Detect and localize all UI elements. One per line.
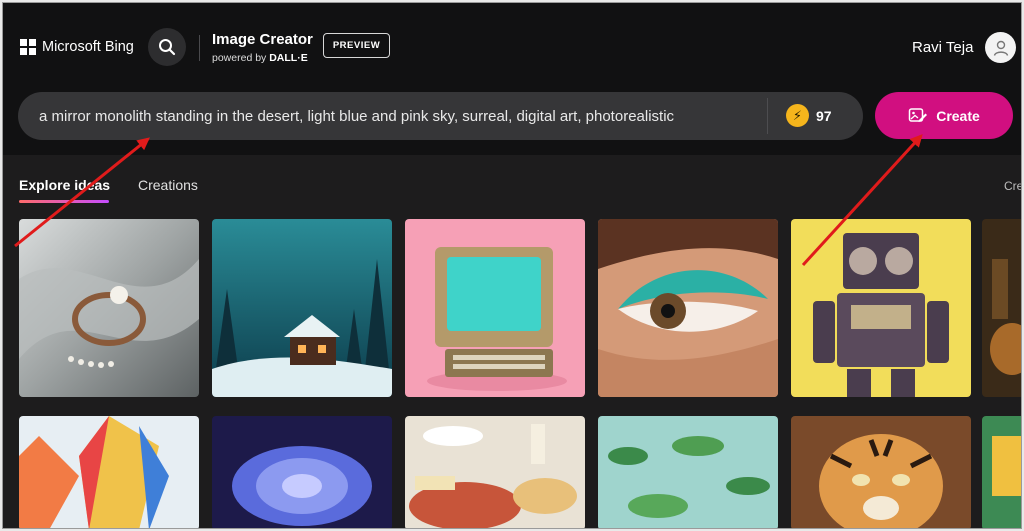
- image-tile-snowy-cabin[interactable]: [212, 219, 392, 397]
- create-label: Create: [936, 107, 980, 124]
- prompt-row: ⚡ 97 Create: [3, 91, 1021, 155]
- user-icon: [993, 40, 1008, 56]
- windows-logo-icon: [20, 39, 36, 55]
- image-tile-ring[interactable]: [19, 219, 199, 397]
- user-name[interactable]: Ravi Teja: [912, 39, 973, 56]
- image-tile-robot[interactable]: [791, 219, 971, 397]
- image-tile-retro-computer[interactable]: [405, 219, 585, 397]
- microsoft-bing-logo[interactable]: Microsoft Bing: [20, 39, 134, 55]
- app-title[interactable]: Image Creator: [212, 31, 313, 48]
- search-icon: [159, 39, 176, 56]
- bolt-icon: ⚡: [786, 104, 809, 127]
- brand-label: Microsoft Bing: [42, 39, 134, 55]
- image-tile-lily-pads[interactable]: [598, 416, 778, 528]
- powered-by: powered by DALL·E: [212, 52, 308, 64]
- create-image-icon: [908, 107, 928, 122]
- image-tile-partial-green[interactable]: [982, 416, 1021, 528]
- prompt-separator: [767, 98, 768, 134]
- avatar[interactable]: [985, 32, 1016, 63]
- preview-badge: PREVIEW: [323, 33, 390, 58]
- powered-by-prefix: powered by: [212, 52, 267, 64]
- image-tile-food-table[interactable]: [405, 416, 585, 528]
- active-tab-underline: [19, 200, 109, 203]
- prompt-box: ⚡ 97: [18, 92, 863, 140]
- powered-by-name: DALL·E: [269, 52, 308, 64]
- image-tile-blue-dahlia[interactable]: [212, 416, 392, 528]
- image-tile-eye-makeup[interactable]: [598, 219, 778, 397]
- top-header: Microsoft Bing Image Creator powered by …: [3, 3, 1021, 91]
- boost-counter[interactable]: ⚡ 97: [786, 104, 832, 127]
- tab-explore-ideas[interactable]: Explore ideas: [19, 177, 110, 193]
- header-divider: [199, 35, 200, 61]
- image-tile-paper-fox[interactable]: [19, 416, 199, 528]
- image-tile-partial-still-life[interactable]: [982, 219, 1021, 397]
- tabs-bar: Explore ideas Creations Cre: [3, 155, 1021, 210]
- prompt-input[interactable]: [39, 92, 769, 140]
- creations-link-truncated[interactable]: Cre: [1004, 179, 1021, 193]
- image-tile-tiger[interactable]: [791, 416, 971, 528]
- boost-count: 97: [816, 107, 832, 124]
- search-button[interactable]: [148, 28, 186, 66]
- tab-creations[interactable]: Creations: [138, 177, 198, 193]
- browser-frame: Microsoft Bing Image Creator powered by …: [2, 2, 1022, 529]
- create-button[interactable]: Create: [875, 92, 1013, 139]
